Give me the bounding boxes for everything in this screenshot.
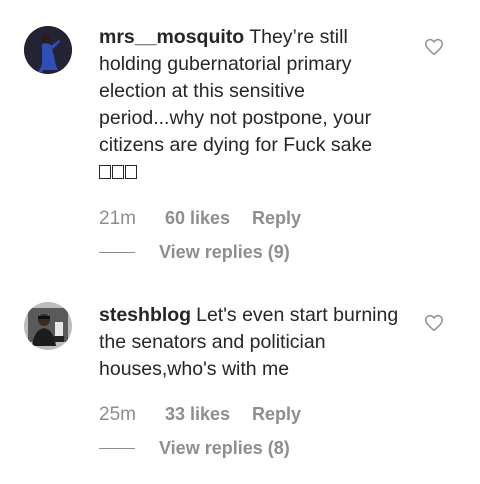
comment-time: 21m: [99, 208, 136, 229]
comment-username[interactable]: mrs__mosquito: [99, 26, 244, 48]
user-avatar-image: [24, 302, 72, 350]
heart-outline-icon[interactable]: [424, 38, 446, 58]
user-avatar-image: [24, 26, 72, 74]
heart-outline-icon[interactable]: [424, 314, 446, 334]
reply-button[interactable]: Reply: [252, 404, 301, 425]
avatar[interactable]: [24, 302, 72, 350]
comment-time: 25m: [99, 404, 136, 425]
avatar[interactable]: [24, 26, 72, 74]
emoji-glyphs: [99, 159, 409, 186]
comment-likes[interactable]: 60 likes: [165, 208, 230, 229]
replies-divider: [99, 252, 135, 253]
view-replies-label: View replies (8): [159, 438, 290, 458]
comment-username[interactable]: steshblog: [99, 304, 191, 326]
comment-text: steshblog Let's even start burning the se…: [99, 302, 409, 383]
replies-divider: [99, 448, 135, 449]
view-replies-label: View replies (9): [159, 242, 290, 262]
comment-likes[interactable]: 33 likes: [165, 404, 230, 425]
reply-button[interactable]: Reply: [252, 208, 301, 229]
comment-text: mrs__mosquito They’re still holding guber…: [99, 24, 409, 186]
